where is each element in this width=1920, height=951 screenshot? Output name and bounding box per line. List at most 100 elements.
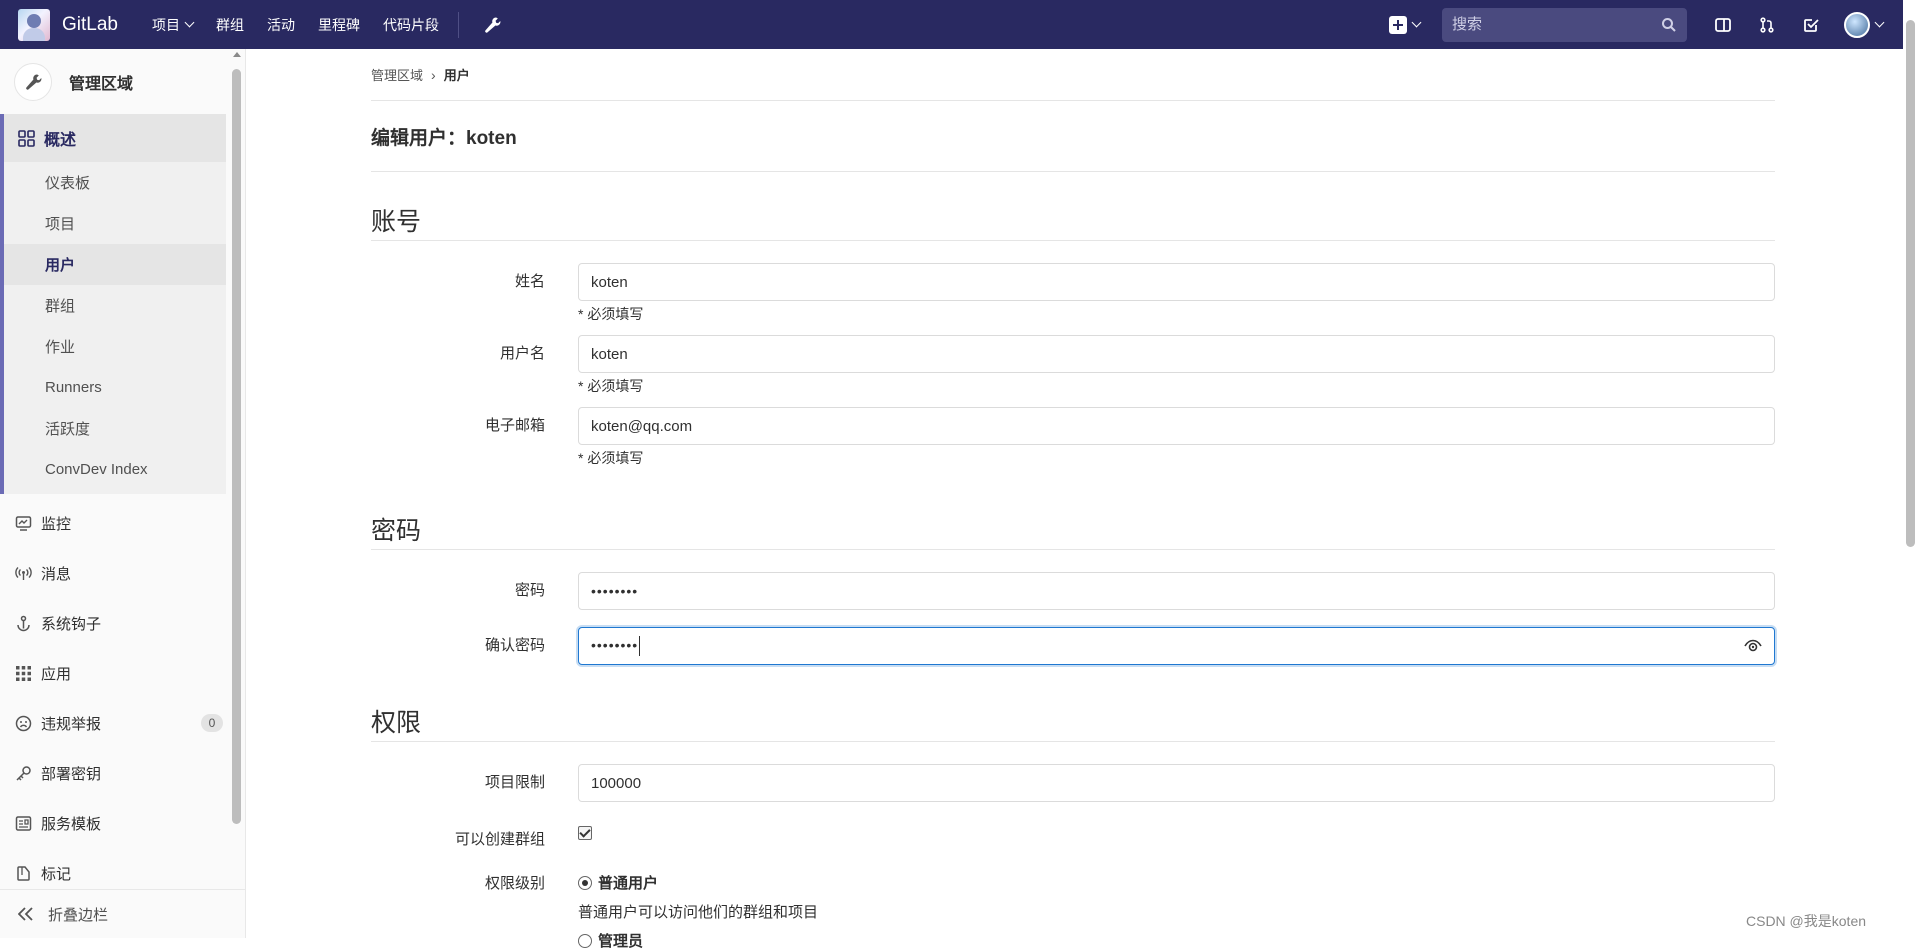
broadcast-icon (14, 564, 32, 582)
sidebar-item-monitoring[interactable]: 监控 (0, 498, 245, 548)
breadcrumb-users[interactable]: 用户 (444, 65, 470, 84)
page-scrollbar[interactable] (1906, 20, 1915, 547)
text-cursor (639, 636, 641, 656)
sidebar-item-label: 监控 (41, 515, 72, 533)
regular-user-description: 普通用户可以访问他们的群组和项目 (578, 904, 819, 921)
admin-sidebar: 管理区域 概述 仪表板 项目 用户 群组 作业 Runners 活跃度 Conv… (0, 49, 246, 938)
sidebar-title: 管理区域 (69, 75, 134, 93)
chevron-down-icon (184, 17, 195, 28)
sidebar-item-activity[interactable]: 活跃度 (4, 408, 226, 449)
username-input[interactable]: koten (578, 335, 1775, 373)
sidebar-item-applications[interactable]: 应用 (0, 648, 245, 698)
user-menu[interactable] (1833, 0, 1893, 49)
username-required-hint: * 必须填写 (578, 378, 644, 394)
logo-image (18, 8, 50, 41)
search-box[interactable] (1442, 7, 1687, 42)
nav-groups[interactable]: 群组 (216, 15, 244, 35)
sidebar-item-service-templates[interactable]: 服务模板 (0, 798, 245, 848)
sidebar-item-jobs[interactable]: 作业 (4, 326, 226, 367)
sidebar-item-label: 服务模板 (41, 815, 102, 833)
can-create-group-checkbox[interactable] (578, 826, 592, 840)
gitlab-logo[interactable]: GitLab (18, 8, 118, 41)
sidebar-item-label: 部署密钥 (41, 765, 102, 783)
regular-user-label: 普通用户 (598, 875, 659, 892)
sidebar-items: 监控 消息 系统钩子 应用 违规举报 0 部署密钥 服务模板 标记 (0, 494, 245, 898)
sidebar-item-label: 违规举报 (41, 715, 102, 733)
breadcrumb-admin-area[interactable]: 管理区域 (371, 65, 423, 84)
sidebar-item-deploy-keys[interactable]: 部署密钥 (0, 748, 245, 798)
name-required-hint: * 必须填写 (578, 306, 644, 322)
admin-radio[interactable] (578, 933, 592, 948)
name-label: 姓名 (514, 273, 545, 290)
password-label: 密码 (514, 582, 545, 599)
sidebar-item-label: 消息 (41, 565, 72, 583)
sidebar-item-groups[interactable]: 群组 (4, 285, 226, 326)
new-dropdown[interactable] (1389, 15, 1422, 34)
nav-right (1389, 0, 1903, 49)
main-content: 管理区域 › 用户 编辑用户：koten 账号 姓名 koten * 必须填写 … (371, 49, 1775, 951)
password-input[interactable]: •••••••• (578, 572, 1775, 610)
name-input[interactable]: koten (578, 263, 1775, 301)
username-label: 用户名 (499, 345, 545, 362)
projects-limit-row: 项目限制 100000 (371, 764, 1775, 802)
sidebar-item-label: 标记 (41, 865, 72, 883)
abuse-icon (14, 714, 32, 732)
confirm-password-label: 确认密码 (484, 637, 545, 654)
merge-request-icon[interactable] (1745, 0, 1789, 49)
regular-user-option[interactable]: 普通用户 (578, 872, 1775, 893)
sidebar-item-label: 系统钩子 (41, 615, 102, 633)
sidebar-item-system-hooks[interactable]: 系统钩子 (0, 598, 245, 648)
todo-icon[interactable] (1789, 0, 1833, 49)
overview-icon (18, 129, 35, 147)
sidebar-item-convdev[interactable]: ConvDev Index (4, 449, 226, 494)
chevron-down-icon (1411, 17, 1422, 28)
nav-activity[interactable]: 活动 (267, 15, 295, 35)
admin-wrench-icon[interactable] (483, 16, 501, 34)
template-icon (14, 814, 32, 832)
access-level-label: 权限级别 (484, 875, 545, 892)
brand-name: GitLab (62, 13, 118, 35)
sidebar-item-overview[interactable]: 概述 (4, 114, 226, 162)
top-navbar: GitLab 项目 群组 活动 里程碑 代码片段 (0, 0, 1903, 49)
sidebar-item-messages[interactable]: 消息 (0, 548, 245, 598)
search-input[interactable] (1452, 16, 1661, 33)
sidebar-item-projects[interactable]: 项目 (4, 203, 226, 244)
sidebar-item-dashboard[interactable]: 仪表板 (4, 162, 226, 203)
overview-submenu: 仪表板 项目 用户 群组 作业 Runners 活跃度 ConvDev Inde… (4, 162, 226, 494)
nav-snippets[interactable]: 代码片段 (383, 15, 439, 35)
double-chevron-left-icon (18, 907, 34, 921)
nav-projects[interactable]: 项目 (152, 15, 195, 35)
sidebar-scrollbar[interactable] (232, 69, 241, 824)
label-icon (14, 864, 32, 882)
eye-icon[interactable] (1744, 639, 1762, 653)
sidebar-item-abuse-reports[interactable]: 违规举报 0 (0, 698, 245, 748)
sidebar-item-users[interactable]: 用户 (4, 244, 226, 285)
apps-icon (14, 664, 32, 682)
admin-label: 管理员 (598, 933, 644, 950)
email-input[interactable]: koten@qq.com (578, 407, 1775, 445)
sidebar-scroll-up-arrow[interactable] (233, 52, 241, 57)
email-row: 电子邮箱 koten@qq.com * 必须填写 (371, 407, 1775, 479)
confirm-password-value: •••••••• (591, 636, 639, 653)
nav-divider (457, 11, 459, 38)
confirm-password-row: 确认密码 •••••••• (371, 627, 1775, 665)
breadcrumb-chevron-icon: › (431, 66, 436, 83)
nav-milestones[interactable]: 里程碑 (318, 15, 360, 35)
nav-links: 项目 群组 活动 里程碑 代码片段 (152, 11, 524, 38)
breadcrumb: 管理区域 › 用户 (371, 49, 1775, 101)
section-account-title: 账号 (371, 202, 1775, 241)
sidebar-item-label: 应用 (41, 665, 72, 683)
email-label: 电子邮箱 (484, 417, 545, 434)
collapse-sidebar-button[interactable]: 折叠边栏 (0, 889, 245, 938)
sidebar-header[interactable]: 管理区域 (0, 49, 245, 114)
section-access-title: 权限 (371, 703, 1775, 742)
confirm-password-input[interactable]: •••••••• (578, 627, 1775, 665)
admin-option[interactable]: 管理员 (578, 930, 1775, 951)
sidebar-toggle-icon[interactable] (1701, 0, 1745, 49)
chevron-down-icon (1874, 17, 1884, 28)
projects-limit-input[interactable]: 100000 (578, 764, 1775, 802)
regular-user-radio[interactable] (578, 875, 592, 890)
plus-icon (1389, 15, 1407, 34)
sidebar-item-runners[interactable]: Runners (4, 367, 226, 408)
sidebar-item-label: 概述 (44, 132, 77, 149)
